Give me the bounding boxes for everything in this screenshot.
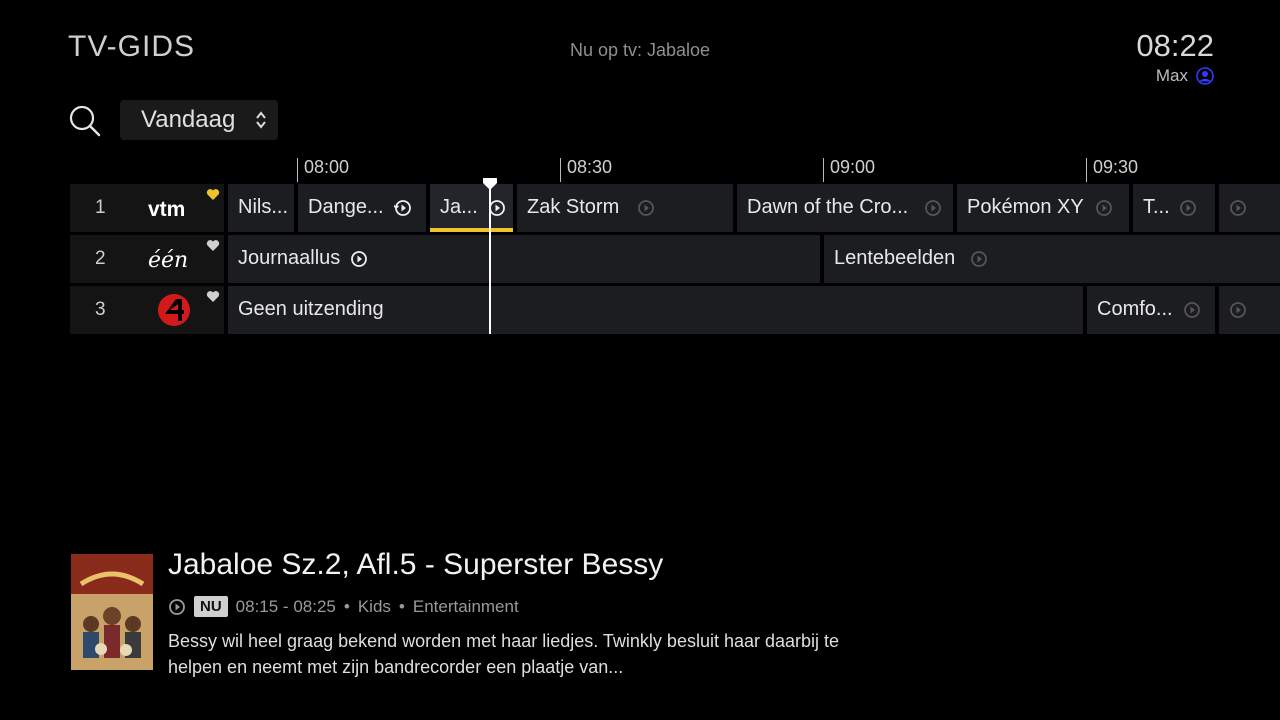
program-title: Journaallus — [238, 247, 341, 269]
program-cell[interactable]: Dange... — [298, 184, 426, 232]
program-subgenre: Entertainment — [412, 596, 519, 616]
channel-row-3: 3 Geen uitzending Comfo... — [70, 286, 1280, 334]
replay-icon — [1184, 302, 1200, 318]
time-label: 08:30 — [567, 157, 613, 177]
program-title: Pokémon XY — [967, 196, 1084, 218]
day-selector[interactable]: Vandaag — [120, 100, 278, 140]
time-tick: 08:00 — [297, 157, 349, 182]
favorite-heart-icon[interactable] — [206, 188, 220, 201]
channel-number: 1 — [95, 197, 106, 218]
replay-icon — [169, 598, 185, 615]
vtm-logo-text: vtm — [148, 198, 185, 220]
time-tick: 09:00 — [823, 157, 875, 182]
een-logo: één — [148, 248, 188, 273]
favorite-heart-icon[interactable] — [206, 239, 220, 252]
program-title: T... — [1143, 196, 1170, 218]
user-icon — [1196, 67, 1214, 85]
program-cell[interactable]: Journaallus — [228, 235, 820, 283]
program-title: Ja... — [440, 196, 478, 218]
program-description: Bessy wil heel graag bekend worden met h… — [168, 631, 840, 677]
program-cell[interactable]: Zak Storm — [517, 184, 733, 232]
now-playing-label: Nu op tv: Jabaloe — [569, 40, 711, 60]
up-down-chevron-icon — [256, 111, 266, 129]
ketnet-canvas-logo — [158, 294, 190, 326]
een-logo-text: één — [148, 248, 188, 273]
replay-icon — [1230, 302, 1246, 318]
meta-separator: • — [398, 596, 405, 616]
user-name: Max — [1155, 66, 1188, 85]
replay-icon — [1230, 200, 1246, 216]
program-cell-selected[interactable]: Ja... — [430, 184, 513, 232]
time-label: 08:00 — [304, 157, 350, 177]
replay-icon — [638, 200, 654, 216]
now-time-indicator — [489, 184, 491, 334]
program-detail-title: Jabaloe Sz.2, Afl.5 - Superster Bessy — [168, 548, 664, 581]
time-tick: 09:30 — [1086, 157, 1138, 182]
replay-icon — [1096, 200, 1112, 216]
program-title: Nils... — [238, 196, 288, 218]
vtm-logo: vtm — [148, 198, 185, 220]
program-cell[interactable] — [1219, 286, 1280, 334]
user-profile[interactable]: Max — [1156, 66, 1214, 86]
replay-icon — [971, 251, 987, 267]
program-time: 08:15 - 08:25 — [235, 596, 336, 616]
program-cell[interactable]: Dawn of the Cro... — [737, 184, 953, 232]
channel-row-2: 2 één Journaallus Lentebeelden — [70, 235, 1280, 283]
now-badge: NU — [194, 596, 228, 617]
program-meta: NU 08:15 - 08:25 • Kids • Entertainment — [168, 596, 519, 617]
program-cell[interactable]: Comfo... — [1087, 286, 1215, 334]
replay-icon — [351, 251, 367, 267]
program-cell[interactable]: Nils... — [228, 184, 294, 232]
channel-number: 3 — [95, 299, 106, 320]
search-icon[interactable] — [68, 104, 102, 138]
program-genre: Kids — [357, 596, 391, 616]
replay-icon — [925, 200, 941, 216]
program-cell[interactable] — [1219, 184, 1280, 232]
program-cell[interactable]: Pokémon XY — [957, 184, 1129, 232]
program-poster — [71, 554, 153, 670]
program-title: Lentebeelden — [834, 247, 956, 269]
program-title: Dawn of the Cro... — [747, 196, 909, 218]
program-cell[interactable]: Geen uitzending — [228, 286, 1083, 334]
day-selector-label: Vandaag — [141, 106, 236, 133]
channel-number: 2 — [95, 248, 106, 269]
channel-cell[interactable]: 1 vtm — [70, 184, 224, 232]
channel-cell[interactable]: 3 — [70, 286, 224, 334]
time-tick: 08:30 — [560, 157, 612, 182]
replay-icon — [394, 200, 411, 216]
program-title: Dange... — [308, 196, 384, 218]
program-cell[interactable]: T... — [1133, 184, 1215, 232]
program-title: Zak Storm — [527, 196, 620, 218]
favorite-heart-icon[interactable] — [206, 290, 220, 303]
program-cell[interactable]: Lentebeelden — [824, 235, 1280, 283]
replay-icon — [1180, 200, 1196, 216]
time-label: 09:30 — [1093, 157, 1139, 177]
program-title: Geen uitzending — [238, 298, 384, 320]
program-title: Comfo... — [1097, 298, 1173, 320]
channel-cell[interactable]: 2 één — [70, 235, 224, 283]
time-label: 09:00 — [830, 157, 876, 177]
channel-row-1: 1 vtm Nils... Dange... Ja... Zak Storm D… — [70, 184, 1280, 232]
meta-separator: • — [343, 596, 350, 616]
clock: 08:22 — [1136, 28, 1214, 63]
now-marker-icon — [483, 178, 497, 190]
